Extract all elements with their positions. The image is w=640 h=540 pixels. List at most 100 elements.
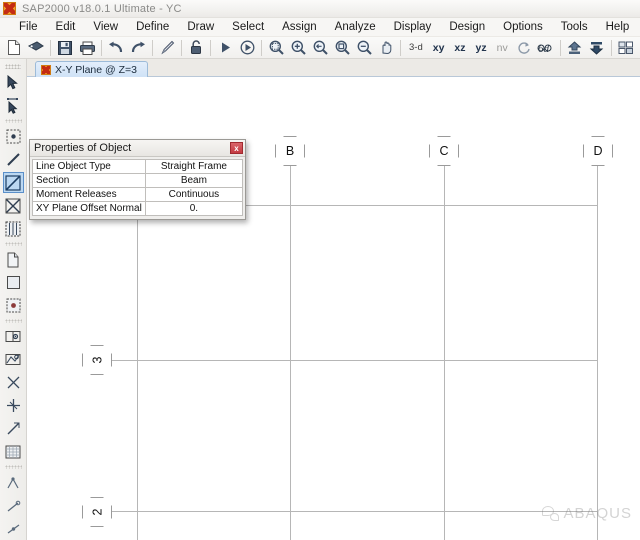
draw-point-object-tool[interactable] — [3, 126, 24, 147]
move-up-in-list-icon[interactable] — [565, 38, 585, 58]
grid-bubble-b[interactable]: B — [275, 136, 305, 166]
zoom-full-icon[interactable] — [332, 38, 352, 58]
grid-line-horizontal-3 — [137, 360, 598, 361]
palette-separator — [4, 242, 22, 246]
grid-line-vertical-a — [137, 205, 138, 540]
menu-bar: File Edit View Define Draw Select Assign… — [0, 18, 640, 37]
quick-draw-secondary-beams-tool[interactable] — [3, 218, 24, 239]
menu-item-file[interactable]: File — [10, 19, 47, 35]
toolbar-separator — [210, 39, 211, 56]
lock-unlock-icon[interactable] — [186, 38, 206, 58]
menu-item-edit[interactable]: Edit — [47, 19, 85, 35]
bubble-stem-c — [444, 166, 445, 206]
menu-item-assign[interactable]: Assign — [273, 19, 326, 35]
grid-bubble-c[interactable]: C — [429, 136, 459, 166]
select-all-tool[interactable] — [3, 395, 24, 416]
palette-separator — [4, 319, 22, 323]
grid-bubble-d[interactable]: D — [583, 136, 613, 166]
menu-item-tools[interactable]: Tools — [552, 19, 597, 35]
view-xy-button[interactable]: xy — [429, 39, 449, 57]
grid-bubble-label: C — [439, 144, 449, 158]
grid-bubble-2[interactable]: 2 — [82, 497, 112, 527]
menu-item-design[interactable]: Design — [440, 19, 494, 35]
new-file-icon[interactable] — [4, 38, 24, 58]
properties-table: Line Object Type Straight Frame Section … — [32, 159, 244, 216]
menu-item-select[interactable]: Select — [223, 19, 273, 35]
view-xz-button[interactable]: xz — [450, 39, 469, 57]
dialog-titlebar[interactable]: Properties of Object x — [30, 140, 245, 157]
table-row[interactable]: XY Plane Offset Normal 0. — [32, 201, 244, 216]
view-yz-button[interactable]: yz — [472, 39, 491, 57]
snap-line-midpoint-tool[interactable] — [3, 518, 24, 539]
redo-icon[interactable] — [128, 38, 148, 58]
zoom-previous-icon[interactable] — [310, 38, 330, 58]
table-row[interactable]: Section Beam — [32, 173, 244, 188]
run-analysis-icon[interactable] — [215, 38, 235, 58]
menu-item-options[interactable]: Options — [494, 19, 552, 35]
move-down-in-list-icon[interactable] — [587, 38, 607, 58]
menu-item-display[interactable]: Display — [385, 19, 441, 35]
property-key: Line Object Type — [32, 159, 146, 174]
pan-icon[interactable] — [376, 38, 396, 58]
undo-icon[interactable] — [106, 38, 126, 58]
view-3d-button[interactable]: 3-d — [405, 39, 427, 56]
view-nv-button[interactable]: nv — [493, 39, 512, 57]
table-row[interactable]: Moment Releases Continuous — [32, 187, 244, 202]
snap-line-end-tool[interactable] — [3, 495, 24, 516]
deselect-tool[interactable] — [3, 418, 24, 439]
rotate-view-icon[interactable] — [514, 38, 534, 58]
property-value[interactable]: Beam — [144, 173, 244, 188]
property-value[interactable]: 0. — [144, 201, 244, 216]
run-options-icon[interactable] — [237, 38, 257, 58]
menu-item-define[interactable]: Define — [127, 19, 178, 35]
menu-item-analyze[interactable]: Analyze — [326, 19, 385, 35]
bubble-stem-2 — [112, 511, 138, 512]
bubble-stem-3 — [112, 360, 138, 361]
select-intersecting-line-tool[interactable] — [3, 372, 24, 393]
bubble-stem-d — [597, 166, 598, 206]
draw-frame-line-tool[interactable] — [3, 149, 24, 170]
draw-rectangular-area-tool[interactable] — [3, 272, 24, 293]
quick-draw-area-tool[interactable] — [3, 295, 24, 316]
properties-of-object-dialog[interactable]: Properties of Object x Line Object Type … — [29, 139, 246, 220]
property-value[interactable]: Straight Frame — [144, 159, 244, 174]
grid-line-horizontal-2 — [137, 511, 598, 512]
menu-item-view[interactable]: View — [84, 19, 127, 35]
palette-separator — [4, 465, 22, 469]
snap-point-tool[interactable] — [3, 472, 24, 493]
toolbar-separator — [261, 39, 262, 56]
close-icon[interactable]: x — [230, 142, 243, 154]
open-file-icon[interactable] — [26, 38, 46, 58]
save-icon[interactable] — [55, 38, 75, 58]
toolbar-separator — [559, 39, 561, 56]
grid-bubble-label: 3 — [89, 356, 104, 364]
zoom-out-one-step-icon[interactable] — [354, 38, 374, 58]
reshape-object-tool[interactable] — [3, 95, 24, 116]
grid-bubble-3[interactable]: 3 — [82, 345, 112, 375]
perspective-toggle-icon[interactable]: 6d — [536, 38, 556, 58]
palette-drag-handle[interactable] — [5, 64, 21, 69]
quick-draw-frame-tool[interactable] — [2, 172, 24, 193]
select-using-poly-tool[interactable] — [3, 349, 24, 370]
tab-xy-plane-z3[interactable]: X-Y Plane @ Z=3 — [35, 61, 148, 77]
print-icon[interactable] — [77, 38, 97, 58]
select-pointer-tool[interactable] — [3, 72, 24, 93]
zoom-rubber-band-icon[interactable] — [266, 38, 286, 58]
grid-line-vertical-b — [290, 205, 291, 540]
select-object-tool[interactable] — [3, 326, 24, 347]
palette-separator — [4, 119, 22, 123]
set-display-options-icon[interactable] — [616, 38, 636, 58]
zoom-in-one-step-icon[interactable] — [288, 38, 308, 58]
menu-item-draw[interactable]: Draw — [178, 19, 223, 35]
quick-draw-braces-tool[interactable] — [3, 195, 24, 216]
table-row[interactable]: Line Object Type Straight Frame — [32, 159, 244, 174]
view-tab-strip: X-Y Plane @ Z=3 — [27, 59, 640, 77]
toolbar-separator — [152, 39, 153, 56]
draw-tools-palette — [0, 59, 27, 540]
snap-grid-tool[interactable] — [3, 441, 24, 462]
draw-poly-area-tool[interactable] — [3, 249, 24, 270]
refresh-window-icon[interactable] — [157, 38, 177, 58]
property-value[interactable]: Continuous — [144, 187, 244, 202]
menu-item-help[interactable]: Help — [597, 19, 639, 35]
toolbar-separator — [50, 39, 51, 56]
